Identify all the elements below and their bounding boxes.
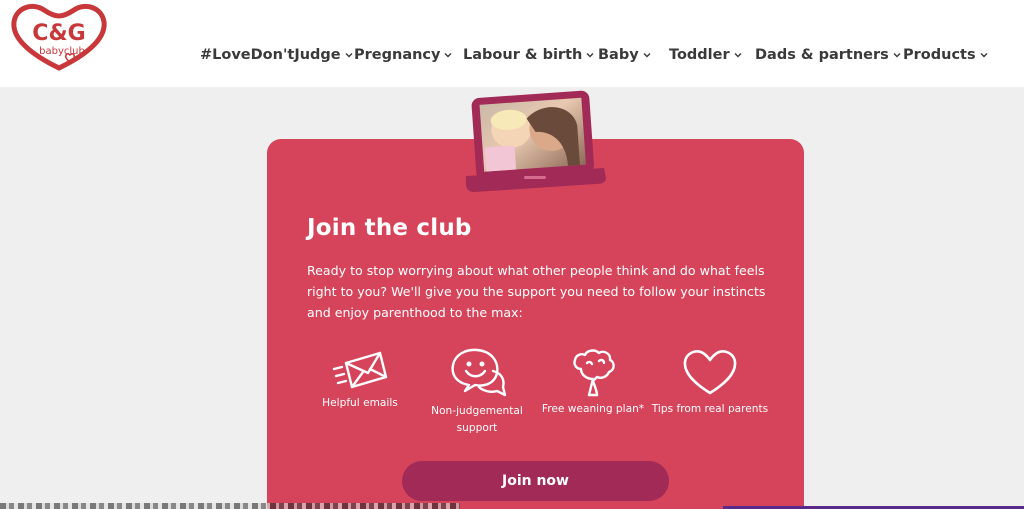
chevron-down-icon <box>345 53 353 58</box>
nav-item-pregnancy[interactable]: Pregnancy <box>354 47 452 63</box>
card-body-text: Ready to stop worrying about what other … <box>307 263 766 320</box>
nav-item-dads-partners[interactable]: Dads & partners <box>755 47 901 63</box>
chevron-down-icon <box>643 53 651 58</box>
site-header: C&G babyclub #LoveDon'tJudge Pregnancy L… <box>0 0 1024 87</box>
feature-label: Free weaning plan* <box>541 403 645 415</box>
nav-item-label: Pregnancy <box>354 47 441 63</box>
main-nav: #LoveDon'tJudge Pregnancy Labour & birth… <box>0 47 1024 69</box>
feature-label: Tips from real parents <box>651 403 769 415</box>
nav-item-labour-birth[interactable]: Labour & birth <box>463 47 594 63</box>
nav-item-label: Baby <box>598 47 639 63</box>
chevron-down-icon <box>586 53 594 58</box>
chevron-down-icon <box>893 53 901 58</box>
chevron-down-icon <box>980 53 988 58</box>
heart-icon <box>683 350 737 395</box>
feature-helpful-emails: Helpful emails <box>300 347 420 412</box>
nav-item-products[interactable]: Products <box>903 47 988 63</box>
laptop-photo-image <box>466 88 606 194</box>
join-now-button[interactable]: Join now <box>402 461 669 501</box>
join-club-card: Join the club Ready to stop worrying abo… <box>267 139 804 509</box>
nav-item-toddler[interactable]: Toddler <box>669 47 742 63</box>
nav-item-label: Dads & partners <box>755 47 889 63</box>
feature-label: Non-judgemental support <box>431 405 523 434</box>
card-title: Join the club <box>307 215 472 241</box>
nav-item-label: Products <box>903 47 976 63</box>
chevron-down-icon <box>734 53 742 58</box>
feature-tips-from-real-parents: Tips from real parents <box>650 347 770 418</box>
feature-free-weaning-plan: Free weaning plan* <box>533 347 653 418</box>
logo-text: C&G <box>32 21 85 46</box>
chat-smile-icon <box>451 348 507 397</box>
feature-label: Helpful emails <box>322 397 398 409</box>
broccoli-icon <box>573 349 615 397</box>
nav-item-label: Labour & birth <box>463 47 583 63</box>
nav-item-label: #LoveDon'tJudge <box>200 47 341 63</box>
nav-item-label: Toddler <box>669 47 730 63</box>
feature-non-judgemental-support: Non-judgemental support <box>417 347 537 437</box>
nav-item-lovedontjudge[interactable]: #LoveDon'tJudge <box>200 47 353 63</box>
chevron-down-icon <box>444 53 452 58</box>
nav-item-baby[interactable]: Baby <box>598 47 651 63</box>
envelope-icon <box>332 351 388 389</box>
page-bottom-strip <box>0 503 460 509</box>
